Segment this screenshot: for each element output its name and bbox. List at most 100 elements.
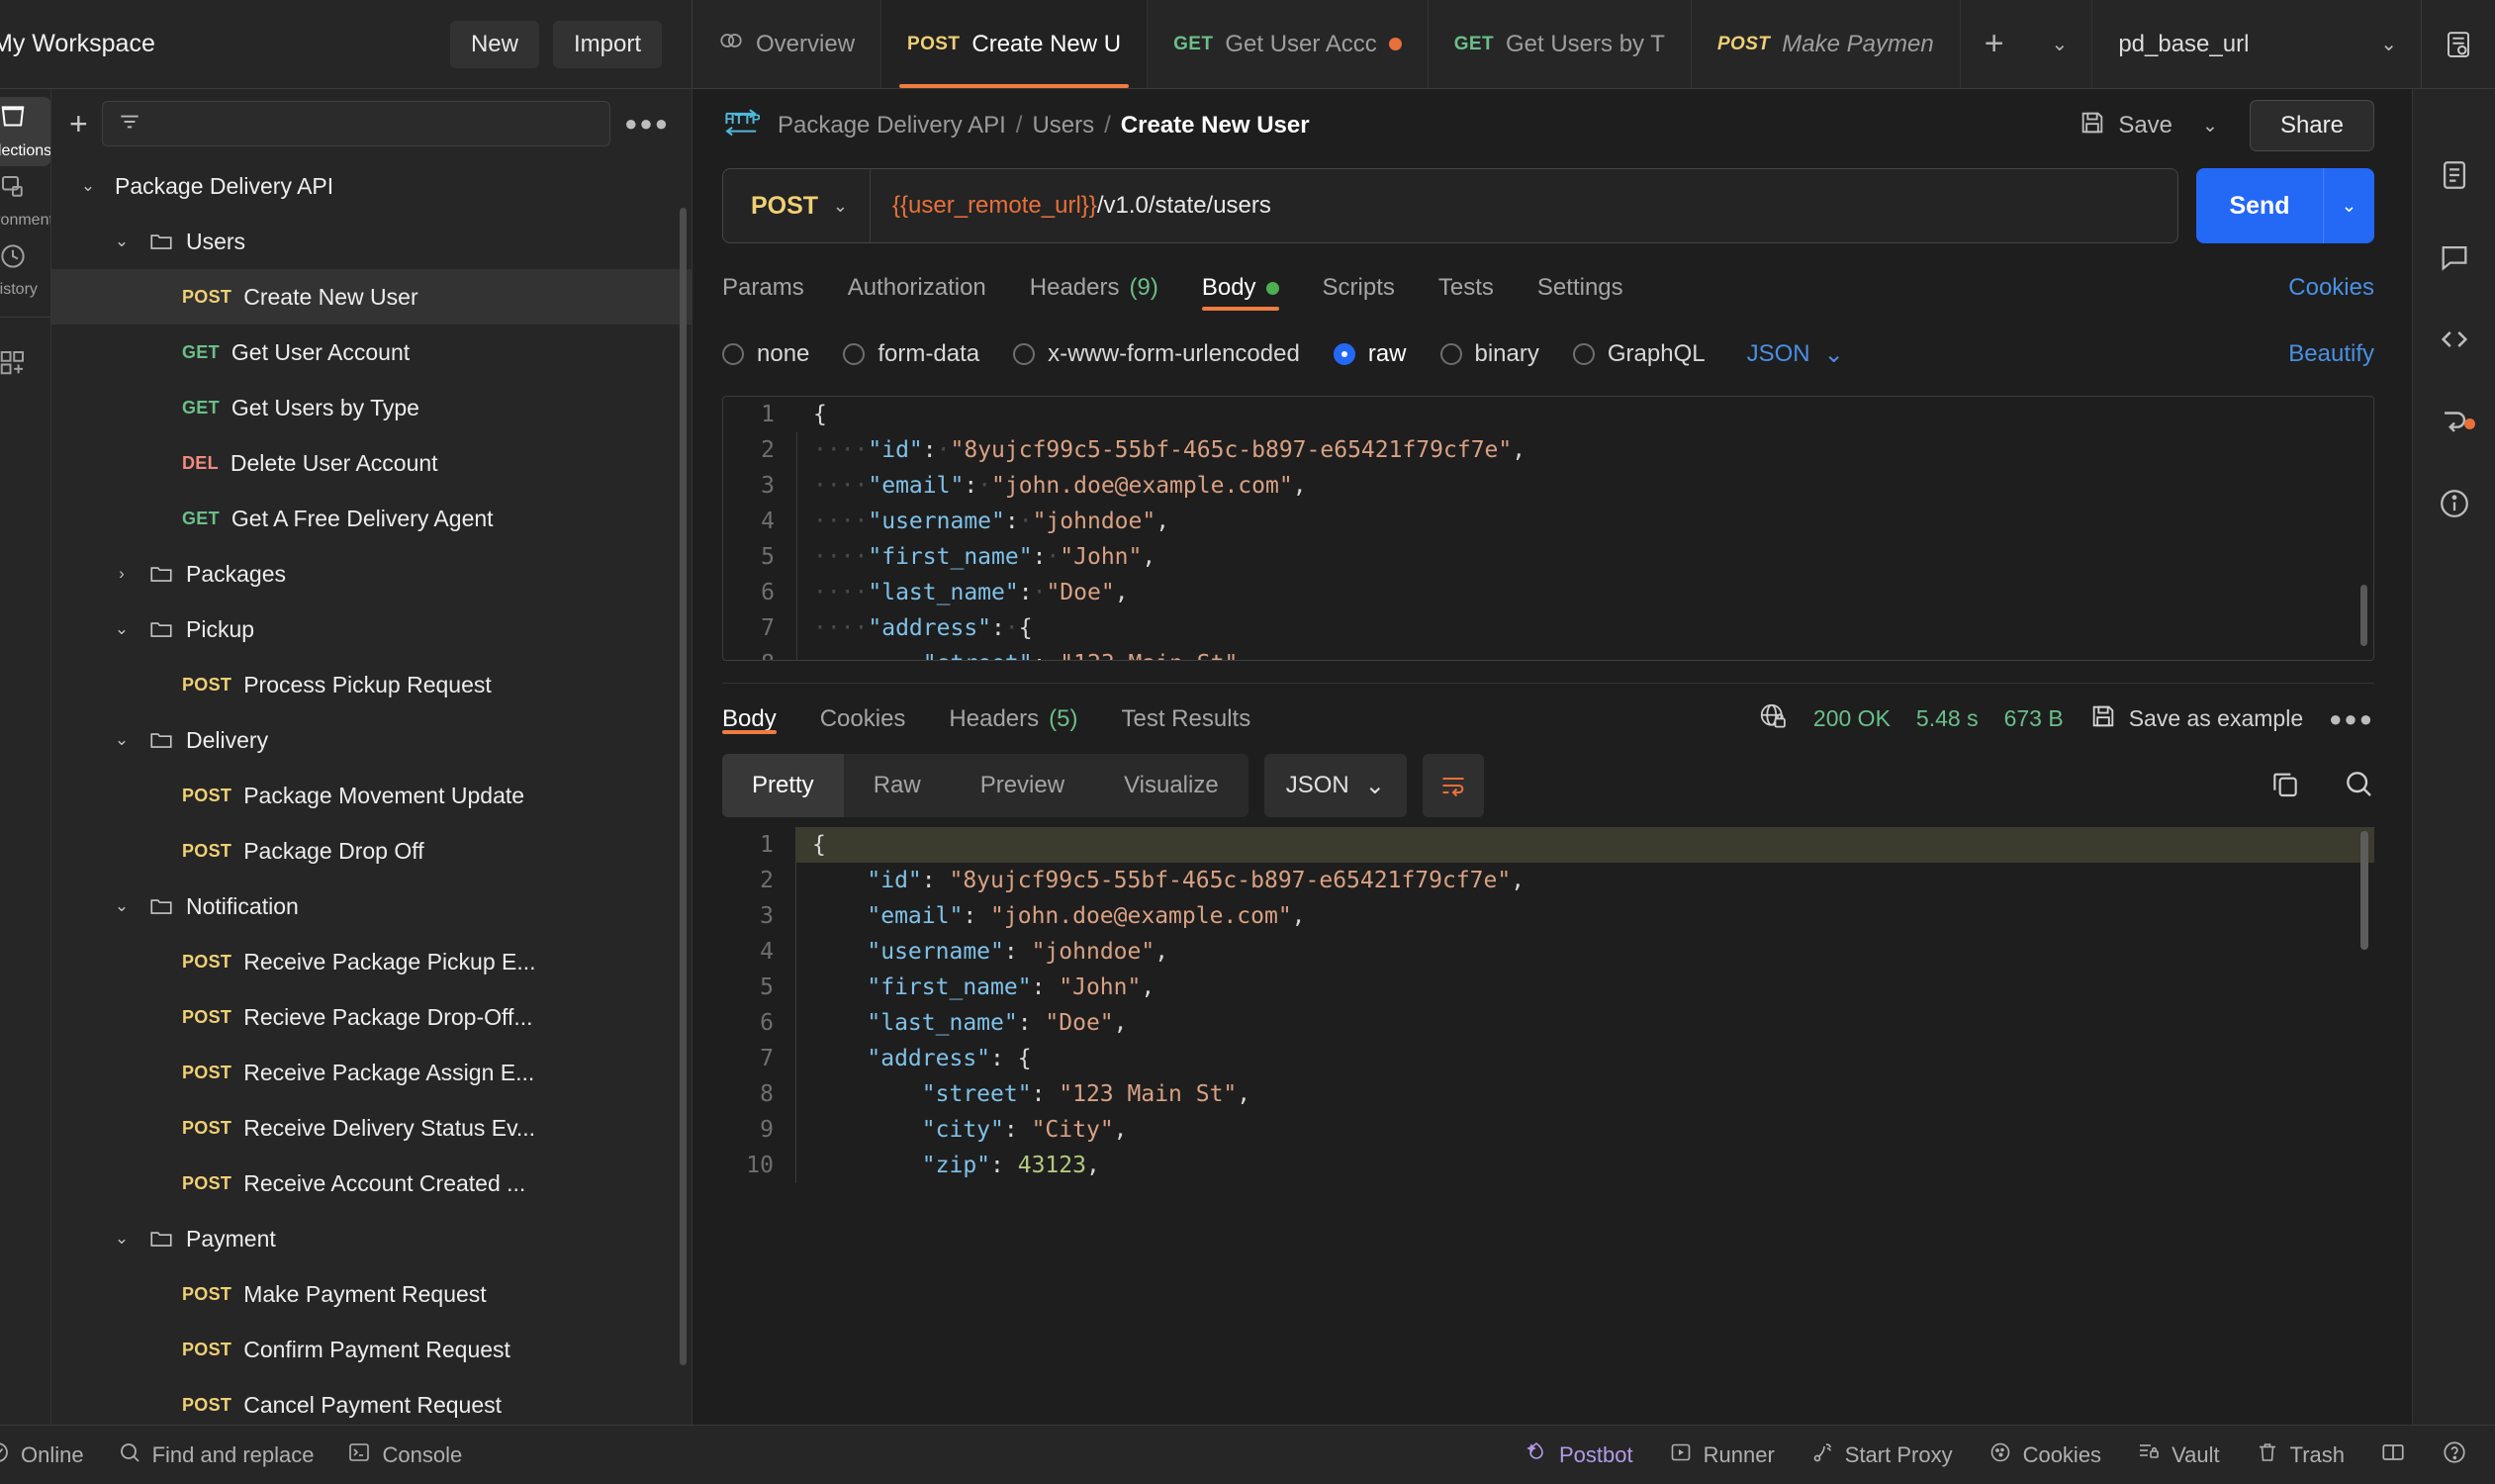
tree-folder-payment[interactable]: ⌄ Payment [51,1211,692,1266]
tree-request-cancel-payment-request[interactable]: POST Cancel Payment Request [51,1377,692,1425]
tab-make-payment[interactable]: POST Make Paymen [1692,0,1961,88]
url-input[interactable]: {{user_remote_url}}/v1.0/state/users [870,169,2177,242]
code-snippet-icon[interactable] [2438,323,2471,361]
sidebar-scrollbar[interactable] [680,208,687,1365]
response-editor-scrollbar[interactable] [2360,831,2368,950]
tab-body[interactable]: Body [1201,259,1279,317]
response-more-options-button[interactable]: ●●● [2329,706,2374,732]
status-runner[interactable]: Runner [1669,1440,1775,1470]
import-button[interactable]: Import [552,20,662,68]
status-help[interactable] [2442,1439,2467,1471]
save-as-example-button[interactable]: Save as example [2089,702,2303,736]
tree-request-receive-package-pickup-e[interactable]: POST Receive Package Pickup E... [51,934,692,989]
tab-get-user-account[interactable]: GET Get User Accc [1148,0,1429,88]
tree-request-package-drop-off[interactable]: POST Package Drop Off [51,823,692,879]
status-cookies[interactable]: Cookies [1988,1440,2101,1470]
send-button[interactable]: Send [2196,168,2323,243]
response-format-selector[interactable]: JSON ⌄ [1263,754,1407,817]
response-tab-headers[interactable]: Headers (5) [949,697,1077,740]
response-tab-body[interactable]: Body [722,697,777,740]
send-options-chevron-down-icon[interactable]: ⌄ [2323,168,2374,243]
chevron-down-icon[interactable]: ⌄ [105,1229,139,1249]
request-body-editor[interactable]: 1{2 ····"id":·"8yujcf99c5-55bf-465c-b897-… [722,396,2374,661]
tab-headers[interactable]: Headers (9) [1030,259,1158,317]
beautify-button[interactable]: Beautify [2288,340,2374,368]
body-type-binary[interactable]: binary [1439,340,1539,368]
chevron-down-icon[interactable]: ⌄ [105,619,139,639]
view-raw[interactable]: Raw [844,754,951,817]
rail-item-collections[interactable]: Collections [0,97,50,166]
body-type-raw[interactable]: raw [1333,340,1407,368]
tree-collection-package-delivery-api[interactable]: ⌄ Package Delivery API [51,158,692,214]
tree-folder-delivery[interactable]: ⌄ Delivery [51,712,692,768]
comments-icon[interactable] [2438,240,2471,279]
tree-folder-pickup[interactable]: ⌄ Pickup [51,602,692,657]
tab-scripts[interactable]: Scripts [1323,259,1395,317]
tree-folder-packages[interactable]: › Packages [51,546,692,602]
tree-request-make-payment-request[interactable]: POST Make Payment Request [51,1266,692,1322]
new-button[interactable]: New [449,20,539,68]
tab-authorization[interactable]: Authorization [848,259,986,317]
view-preview[interactable]: Preview [951,754,1094,817]
tab-tests[interactable]: Tests [1438,259,1494,317]
body-type-graphql[interactable]: GraphQL [1572,340,1706,368]
save-chevron-down-icon[interactable]: ⌄ [2188,115,2232,138]
tree-folder-users[interactable]: ⌄ Users [51,214,692,269]
related-links-icon[interactable] [2438,405,2475,443]
tree-request-receive-delivery-status-ev[interactable]: POST Receive Delivery Status Ev... [51,1100,692,1156]
new-tab-button[interactable]: + [1961,0,2028,88]
body-type-none[interactable]: none [722,340,809,368]
raw-format-selector[interactable]: JSON ⌄ [1747,340,1844,369]
status-console[interactable]: Console [347,1440,462,1470]
chevron-down-icon[interactable]: ⌄ [105,730,139,750]
view-visualize[interactable]: Visualize [1094,754,1248,817]
chevron-down-icon[interactable]: ⌄ [105,896,139,916]
tree-request-create-new-user[interactable]: POST Create New User [51,269,692,325]
copy-icon[interactable] [2269,768,2301,804]
tab-settings[interactable]: Settings [1537,259,1623,317]
breadcrumb-collection[interactable]: Package Delivery API [778,112,1006,139]
response-body-editor[interactable]: 1{2 "id": "8yujcf99c5-55bf-465c-b897-e65… [722,827,2374,1425]
body-type-form-data[interactable]: form-data [843,340,979,368]
chevron-down-icon[interactable]: ⌄ [105,232,139,251]
status-start-proxy[interactable]: Start Proxy [1810,1440,1953,1470]
tab-params[interactable]: Params [722,259,804,317]
view-pretty[interactable]: Pretty [722,754,844,817]
save-button[interactable]: Save [2063,102,2188,149]
environment-quick-look-button[interactable] [2421,0,2495,88]
tree-request-confirm-payment-request[interactable]: POST Confirm Payment Request [51,1322,692,1377]
tab-overview[interactable]: Overview [693,0,882,88]
tree-request-process-pickup-request[interactable]: POST Process Pickup Request [51,657,692,712]
rail-item-new-collection[interactable] [0,329,50,399]
body-type-urlencoded[interactable]: x-www-form-urlencoded [1013,340,1300,368]
chevron-right-icon[interactable]: › [105,564,139,584]
tab-list-chevron-down-icon[interactable]: ⌄ [2028,0,2093,88]
add-collection-button[interactable]: + [69,108,88,139]
documentation-icon[interactable] [2438,158,2471,197]
status-online[interactable]: Online [0,1440,84,1470]
chevron-down-icon[interactable]: ⌄ [71,176,105,196]
sidebar-more-options-button[interactable]: ●●● [624,111,670,137]
tab-get-users-by-type[interactable]: GET Get Users by T [1429,0,1692,88]
response-tab-cookies[interactable]: Cookies [820,697,906,740]
response-tab-test-results[interactable]: Test Results [1121,697,1250,740]
search-icon[interactable] [2343,768,2374,804]
wrap-lines-button[interactable] [1422,754,1484,817]
method-selector[interactable]: POST ⌄ [723,169,870,242]
status-vault[interactable]: Vault [2137,1440,2220,1470]
breadcrumb-folder[interactable]: Users [1032,112,1094,139]
request-cookies-link[interactable]: Cookies [2288,274,2374,302]
tree-request-get-a-free-delivery-agent[interactable]: GET Get A Free Delivery Agent [51,491,692,546]
tree-request-receive-account-created[interactable]: POST Receive Account Created ... [51,1156,692,1211]
status-postbot[interactable]: Postbot [1525,1440,1633,1470]
sidebar-filter-input[interactable] [101,101,611,146]
rail-item-environments[interactable]: Environments [0,166,50,235]
tree-request-delete-user-account[interactable]: DEL Delete User Account [51,435,692,491]
tree-request-get-user-account[interactable]: GET Get User Account [51,325,692,380]
info-icon[interactable] [2438,487,2471,525]
share-button[interactable]: Share [2249,100,2374,151]
status-trash[interactable]: Trash [2256,1440,2345,1470]
environment-selector[interactable]: pd_base_url ⌄ [2092,0,2421,88]
tree-request-package-movement-update[interactable]: POST Package Movement Update [51,768,692,823]
request-editor-scrollbar[interactable] [2360,585,2367,646]
